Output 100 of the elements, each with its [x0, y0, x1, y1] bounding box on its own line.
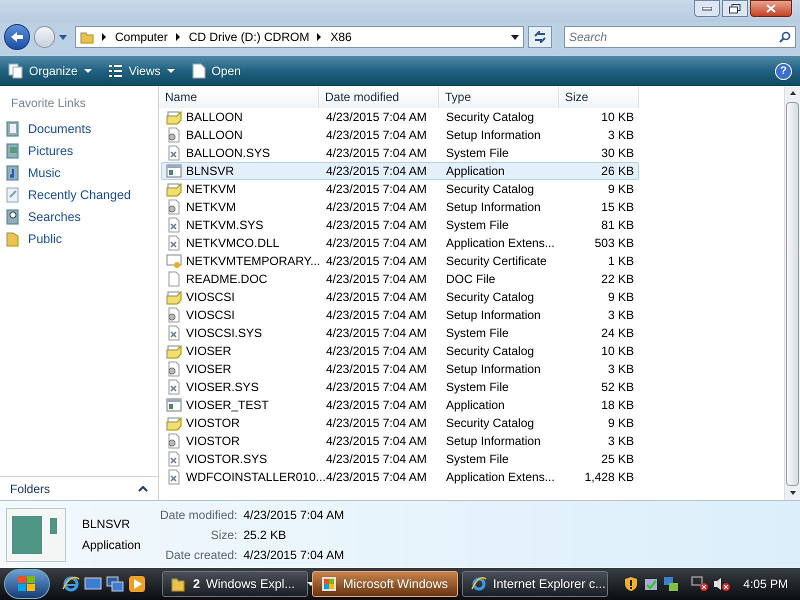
file-row[interactable]: BALLOON.SYS 4/23/2015 7:04 AM System File 30 KB — [161, 144, 639, 162]
type-cell-text: Setup Information — [445, 433, 542, 450]
system-file-icon — [166, 145, 182, 161]
date-cell-text: 4/23/2015 7:04 AM — [325, 361, 428, 378]
folder-icon — [5, 231, 20, 247]
breadcrumb[interactable]: CD Drive (D:) CDROM — [188, 28, 310, 46]
clock[interactable]: 4:05 PM — [743, 575, 788, 593]
file-row[interactable]: NETKVMCO.DLL 4/23/2015 7:04 AM Application Extens... 503 KB — [161, 234, 639, 252]
forward-button[interactable] — [34, 26, 56, 48]
folders-label[interactable]: Folders — [10, 480, 50, 498]
scrollbar[interactable] — [784, 86, 800, 500]
restore-button[interactable] — [722, 0, 748, 17]
switch-windows-icon[interactable] — [106, 576, 124, 592]
sidebar-link[interactable]: Searches — [0, 206, 158, 228]
sidebar-link[interactable]: Recently Changed — [0, 184, 158, 206]
refresh-button[interactable] — [528, 26, 552, 48]
file-name: BLNSVR — [82, 516, 132, 533]
collapse-chevron-icon[interactable] — [138, 486, 148, 492]
volume-muted-icon[interactable] — [713, 576, 732, 592]
file-row[interactable]: NETKVMTEMPORARY... 4/23/2015 7:04 AM Security Certificate 1 KB — [161, 252, 639, 270]
size-cell-text: 22 KB — [600, 271, 635, 288]
chevron-icon[interactable] — [317, 33, 322, 41]
file-row[interactable]: WDFCOINSTALLER010...4/23/2015 7:04 AM Application Extens... 1,428 KB — [161, 468, 639, 486]
date-cell-text: 4/23/2015 7:04 AM — [325, 145, 428, 162]
detail-value: 4/23/2015 7:04 AM — [243, 506, 344, 524]
chevron-icon[interactable] — [176, 33, 181, 41]
sidebar-link[interactable]: Documents — [0, 118, 158, 140]
file-row[interactable]: VIOSER 4/23/2015 7:04 AM Security Catalog 10 KB — [161, 342, 639, 360]
taskbar-button[interactable]: Internet Explorer c... — [462, 571, 608, 597]
column-header[interactable]: Size — [559, 86, 639, 108]
file-row[interactable]: VIOSCSI 4/23/2015 7:04 AM Setup Information 3 KB — [161, 306, 639, 324]
size-cell-text: 9 KB — [606, 289, 635, 306]
restore-icon — [729, 4, 741, 14]
file-name: VIOSTOR — [186, 415, 240, 432]
detail-label: Date modified: — [160, 506, 238, 524]
breadcrumb[interactable]: X86 — [330, 28, 352, 46]
size-cell-text: 3 KB — [606, 433, 635, 450]
security-shield-icon[interactable] — [623, 576, 640, 592]
file-name: BLNSVR — [186, 163, 234, 180]
file-row[interactable]: VIOSER_TEST 4/23/2015 7:04 AM Application 18 KB — [161, 396, 639, 414]
breadcrumb[interactable]: Computer — [115, 28, 168, 46]
help-button[interactable]: ? — [775, 62, 792, 80]
sidebar-link[interactable]: Music — [0, 162, 158, 184]
file-row[interactable]: VIOSER 4/23/2015 7:04 AM Setup Information 3 KB — [161, 360, 639, 378]
file-name: VIOSTOR — [186, 433, 240, 450]
type-cell-text: System File — [445, 379, 510, 396]
file-name: NETKVM — [186, 181, 236, 198]
sidebar-link[interactable]: Public — [0, 228, 158, 250]
file-row[interactable]: VIOSCSI.SYS 4/23/2015 7:04 AM System File 24 KB — [161, 324, 639, 342]
column-header[interactable]: Date modified — [319, 86, 439, 108]
refresh-icon — [533, 31, 548, 43]
size-cell-text: 503 KB — [594, 235, 635, 252]
document-icon — [190, 63, 206, 79]
type-cell-text: Setup Information — [445, 199, 542, 216]
date-cell-text: 4/23/2015 7:04 AM — [325, 397, 428, 414]
file-row[interactable]: NETKVM 4/23/2015 7:04 AM Security Catalog 9 KB — [161, 180, 639, 198]
file-row[interactable]: BLNSVR 4/23/2015 7:04 AM Application 26 KB — [161, 162, 639, 180]
file-row[interactable]: VIOSTOR 4/23/2015 7:04 AM Setup Information 3 KB — [161, 432, 639, 450]
chevron-icon[interactable] — [102, 33, 107, 41]
type-cell-text: Security Catalog — [445, 415, 536, 432]
date-cell-text: 4/23/2015 7:04 AM — [325, 433, 428, 450]
network-disconnected-icon[interactable] — [691, 576, 710, 592]
file-row[interactable]: VIOSCSI 4/23/2015 7:04 AM Security Catalog 9 KB — [161, 288, 639, 306]
file-row[interactable]: NETKVM.SYS 4/23/2015 7:04 AM System File 81 KB — [161, 216, 639, 234]
file-name: VIOSCSI — [186, 289, 235, 306]
file-name: BALLOON — [186, 109, 243, 126]
file-row[interactable]: BALLOON 4/23/2015 7:04 AM Security Catalog 10 KB — [161, 108, 639, 126]
column-header[interactable]: Type — [439, 86, 559, 108]
size-cell-text: 3 KB — [606, 307, 635, 324]
toolbar-button[interactable]: Views — [108, 62, 174, 80]
detail-value: 25.2 KB — [243, 526, 288, 544]
toolbar-button[interactable]: Organize — [8, 62, 92, 80]
history-dropdown-icon[interactable] — [59, 34, 67, 40]
back-button[interactable] — [4, 24, 30, 50]
file-row[interactable]: BALLOON 4/23/2015 7:04 AM Setup Information 3 KB — [161, 126, 639, 144]
minimize-button[interactable] — [694, 0, 720, 17]
media-player-icon[interactable] — [128, 575, 146, 593]
network-icon[interactable] — [663, 576, 680, 592]
file-name: NETKVMCO.DLL — [186, 235, 280, 252]
windows-logo-icon — [18, 576, 36, 592]
file-row[interactable]: VIOSER.SYS 4/23/2015 7:04 AM System File 52 KB — [161, 378, 639, 396]
search-field[interactable]: Search — [564, 26, 796, 48]
file-row[interactable]: README.DOC 4/23/2015 7:04 AM DOC File 22 KB — [161, 270, 639, 288]
browser-icon[interactable] — [62, 575, 80, 593]
taskbar-button[interactable]: Microsoft Windows — [312, 571, 458, 597]
scroll-thumb[interactable] — [786, 102, 799, 486]
column-header[interactable]: Name — [159, 86, 319, 108]
file-row[interactable]: VIOSTOR.SYS 4/23/2015 7:04 AM System File 25 KB — [161, 450, 639, 468]
windows-logo-icon — [321, 576, 337, 592]
file-row[interactable]: NETKVM 4/23/2015 7:04 AM Setup Information 15 KB — [161, 198, 639, 216]
close-button[interactable] — [750, 0, 792, 17]
toolbar-button[interactable]: Open — [190, 62, 241, 80]
dropdown-icon[interactable] — [511, 34, 520, 40]
application-window-icon — [166, 397, 182, 413]
address-bar[interactable]: Computer CD Drive (D:) CDROM X86 — [75, 26, 524, 48]
size-cell-text: 1,428 KB — [584, 469, 635, 486]
sidebar-link[interactable]: Pictures — [0, 140, 158, 162]
start-button[interactable] — [4, 569, 50, 599]
desktop-icon[interactable] — [84, 576, 102, 592]
file-row[interactable]: VIOSTOR 4/23/2015 7:04 AM Security Catalog 9 KB — [161, 414, 639, 432]
